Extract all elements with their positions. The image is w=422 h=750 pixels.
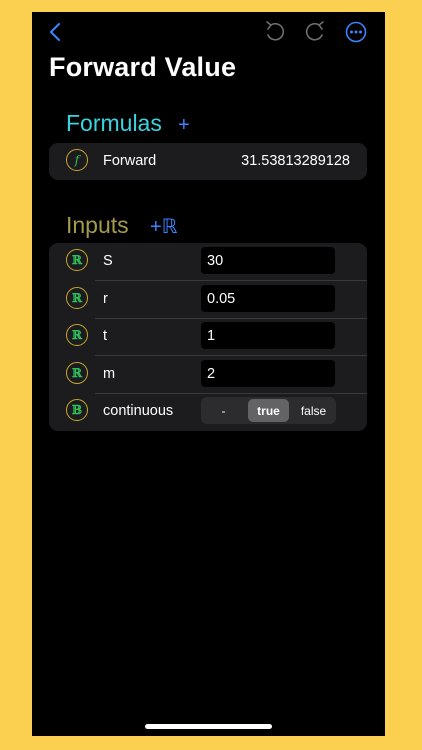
input-row-m: ℝ m bbox=[49, 356, 367, 393]
formula-value: 31.53813289128 bbox=[241, 153, 350, 169]
function-icon: f bbox=[66, 149, 88, 171]
more-icon[interactable] bbox=[342, 18, 370, 46]
input-row-r: ℝ r bbox=[49, 281, 367, 318]
input-name: r bbox=[103, 291, 108, 307]
undo-icon[interactable] bbox=[262, 19, 288, 45]
input-name: continuous bbox=[103, 403, 174, 419]
app-screen: Forward Value Formulas + f Forward 31.53… bbox=[32, 12, 385, 736]
formulas-heading: Formulas bbox=[66, 110, 162, 136]
boolean-icon: 𝔹 bbox=[66, 399, 88, 421]
inputs-list: ℝ S ℝ r ℝ t ℝ m 𝔹 continuous - bbox=[49, 243, 367, 431]
add-formula-button[interactable]: + bbox=[178, 114, 190, 137]
formula-name: Forward bbox=[103, 153, 157, 169]
input-value-field[interactable] bbox=[201, 247, 335, 274]
add-real-input-button[interactable]: +ℝ bbox=[150, 214, 178, 239]
page-title: Forward Value bbox=[49, 52, 237, 82]
redo-icon[interactable] bbox=[302, 19, 328, 45]
input-row-continuous: 𝔹 continuous - true false bbox=[49, 393, 367, 430]
input-value-field[interactable] bbox=[201, 360, 335, 387]
input-name: m bbox=[103, 366, 116, 382]
input-row-t: ℝ t bbox=[49, 318, 367, 355]
input-name: t bbox=[103, 328, 108, 344]
inputs-heading: Inputs bbox=[66, 212, 129, 238]
real-number-icon: ℝ bbox=[66, 249, 88, 271]
segment-false[interactable]: false bbox=[293, 399, 334, 422]
home-indicator[interactable] bbox=[145, 724, 272, 729]
navigation-bar bbox=[32, 12, 385, 52]
input-name: S bbox=[103, 253, 113, 269]
continuous-segmented-control: - true false bbox=[201, 397, 336, 424]
back-chevron-icon[interactable] bbox=[45, 20, 65, 44]
real-number-icon: ℝ bbox=[66, 287, 88, 309]
input-value-field[interactable] bbox=[201, 322, 335, 349]
segment-true[interactable]: true bbox=[248, 399, 289, 422]
segment-unset[interactable]: - bbox=[203, 399, 244, 422]
input-row-s: ℝ S bbox=[49, 243, 367, 280]
input-value-field[interactable] bbox=[201, 285, 335, 312]
real-number-icon: ℝ bbox=[66, 324, 88, 346]
formulas-list: f Forward 31.53813289128 bbox=[49, 143, 367, 180]
formula-row-forward[interactable]: f Forward 31.53813289128 bbox=[49, 143, 367, 180]
real-number-icon: ℝ bbox=[66, 362, 88, 384]
